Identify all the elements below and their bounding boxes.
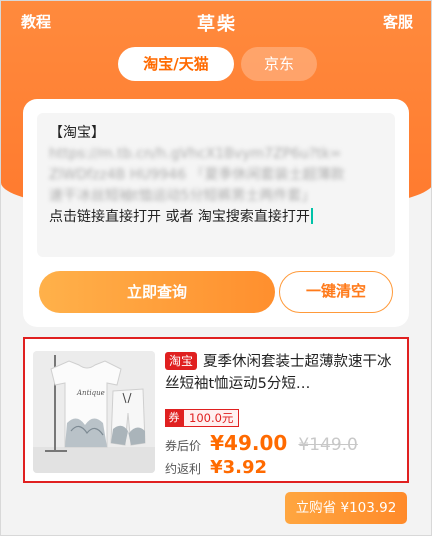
- clear-button[interactable]: 一键清空: [279, 271, 393, 313]
- product-photo-illustration: Antique: [33, 351, 155, 473]
- buy-now-button[interactable]: 立购省 ¥103.92: [285, 492, 407, 524]
- customer-service-link[interactable]: 客服: [383, 11, 413, 32]
- platform-badge: 淘宝: [165, 352, 198, 370]
- product-image[interactable]: Antique: [33, 351, 155, 473]
- input-line: https://m.tb.cn/h.gVhcX1Bvym7ZP6u?tk=: [49, 146, 342, 162]
- original-price: ¥149.0: [298, 435, 358, 455]
- coupon-value: 100.0元: [183, 409, 240, 427]
- product-title[interactable]: 淘宝 夏季休闲套装士超薄款速干冰丝短袖t恤运动5分短…: [165, 351, 401, 395]
- price-label: 券后价: [165, 439, 202, 453]
- app-screen: 教程 草柴 客服 淘宝/天猫 京东 【淘宝】 https://m.tb.cn/h…: [0, 0, 432, 536]
- rebate-row: 约返利 ¥3.92: [165, 457, 267, 481]
- input-line-last: 点击链接直接打开 或者 淘宝搜索直接打开: [49, 207, 383, 228]
- input-line-text: 点击链接直接打开 或者 淘宝搜索直接打开: [49, 209, 310, 225]
- input-line: ZlWDfzz4B HU9946 「夏季休闲套装士超薄款: [49, 167, 345, 183]
- product-card[interactable]: Antique 淘宝 夏季休闲套装士超薄款速干冰丝短袖t恤运动5分短… 券 100…: [23, 337, 409, 483]
- svg-text:Antique: Antique: [76, 389, 105, 397]
- tab-jd[interactable]: 京东: [241, 47, 317, 81]
- rebate-amount: ¥3.92: [210, 457, 268, 478]
- price-row: 券后价 ¥49.00 ¥149.0: [165, 431, 358, 457]
- query-button[interactable]: 立即查询: [39, 271, 275, 313]
- coupon-label: 券: [165, 409, 183, 427]
- tab-taobao-tmall[interactable]: 淘宝/天猫: [118, 47, 234, 81]
- input-line: 【淘宝】: [49, 125, 105, 141]
- final-price: ¥49.00: [210, 431, 288, 455]
- input-line: 速干冰丝短袖t恤运动5分短裤男士两件套」: [49, 188, 316, 204]
- text-cursor: [310, 208, 313, 224]
- top-bar: 教程 草柴 客服: [1, 10, 431, 35]
- link-textarea[interactable]: 【淘宝】 https://m.tb.cn/h.gVhcX1Bvym7ZP6u?t…: [37, 113, 395, 257]
- product-title-text: 夏季休闲套装士超薄款速干冰丝短袖t恤运动5分短…: [165, 354, 392, 392]
- coupon-badge: 券 100.0元: [165, 409, 240, 427]
- platform-tabs: 淘宝/天猫 京东: [1, 47, 431, 81]
- link-input-card: 【淘宝】 https://m.tb.cn/h.gVhcX1Bvym7ZP6u?t…: [23, 99, 409, 327]
- app-title: 草柴: [197, 14, 237, 35]
- rebate-label: 约返利: [165, 462, 202, 476]
